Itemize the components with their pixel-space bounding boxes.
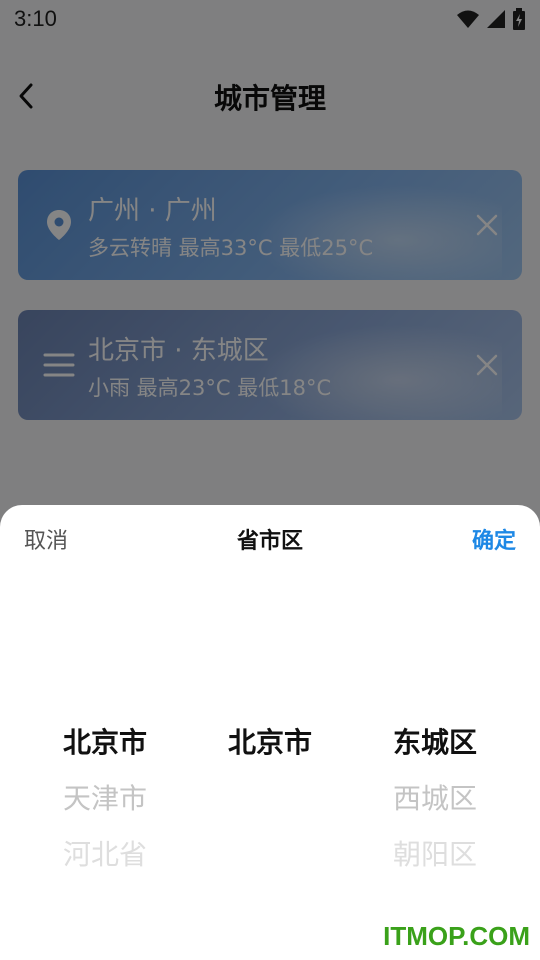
province-wheel[interactable]: 北京市 天津市 河北省 (15, 715, 195, 883)
picker-title: 省市区 (236, 529, 303, 554)
province-option[interactable]: 北京市 (15, 715, 195, 771)
confirm-button[interactable]: 确定 (472, 523, 516, 555)
city-wheel[interactable]: 北京市 (180, 715, 360, 771)
province-option[interactable]: 天津市 (15, 771, 195, 827)
watermark: ITMOP.COM (383, 921, 530, 951)
district-option[interactable]: 朝阳区 (345, 827, 525, 883)
city-option[interactable]: 北京市 (180, 715, 360, 771)
district-option[interactable]: 西城区 (345, 771, 525, 827)
district-wheel[interactable]: 东城区 西城区 朝阳区 (345, 715, 525, 883)
province-option[interactable]: 河北省 (15, 827, 195, 883)
picker-header: 取消 省市区 确定 (0, 505, 540, 569)
district-option[interactable]: 东城区 (345, 715, 525, 771)
region-picker-sheet: 取消 省市区 确定 北京市 天津市 河北省 北京市 东城区 西城区 朝阳区 (0, 505, 540, 960)
